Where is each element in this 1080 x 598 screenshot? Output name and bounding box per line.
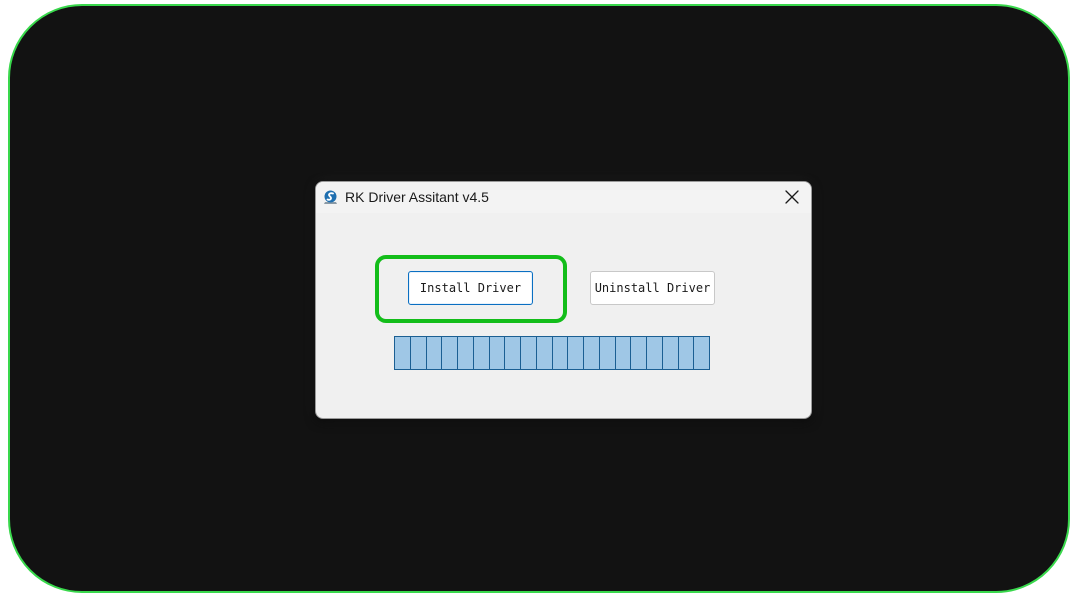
progress-segment: [551, 336, 569, 370]
progress-segment: [661, 336, 679, 370]
progress-segment: [677, 336, 695, 370]
rk-driver-assistant-window: RK Driver Assitant v4.5 Install Driver U…: [315, 181, 812, 419]
uninstall-driver-button[interactable]: Uninstall Driver: [590, 271, 715, 305]
progress-segment: [598, 336, 616, 370]
progress-segment: [472, 336, 490, 370]
close-button[interactable]: [780, 186, 804, 208]
progress-segment: [441, 336, 458, 370]
progress-segment: [614, 336, 632, 370]
install-driver-button[interactable]: Install Driver: [408, 271, 533, 305]
app-logo-icon: [322, 189, 339, 206]
progress-segment: [535, 336, 553, 370]
progress-segment: [693, 336, 710, 370]
progress-segment: [409, 336, 427, 370]
progress-segment: [646, 336, 663, 370]
progress-segment: [425, 336, 443, 370]
progress-segment: [394, 336, 411, 370]
progress-segment: [457, 336, 474, 370]
progress-segment: [488, 336, 506, 370]
window-title: RK Driver Assitant v4.5: [345, 189, 489, 205]
progress-segment: [520, 336, 537, 370]
progress-segment: [630, 336, 647, 370]
progress-segment: [504, 336, 521, 370]
progress-segment: [567, 336, 584, 370]
title-bar[interactable]: RK Driver Assitant v4.5: [316, 182, 811, 213]
progress-bar: [394, 336, 729, 370]
close-icon: [785, 190, 799, 204]
progress-segment: [583, 336, 600, 370]
screen-frame: RK Driver Assitant v4.5 Install Driver U…: [8, 4, 1070, 593]
